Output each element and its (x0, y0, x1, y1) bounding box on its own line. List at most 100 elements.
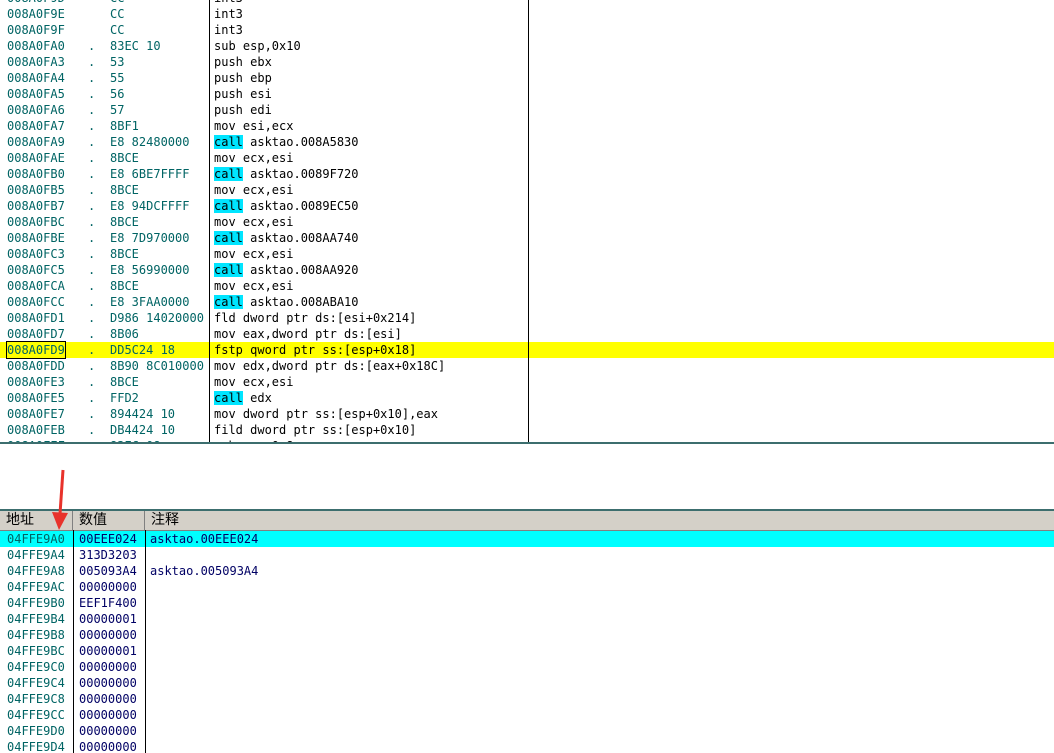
disasm-marker: . (88, 231, 96, 245)
stack-value: EEF1F400 (79, 596, 137, 610)
disasm-hex: 8BCE (110, 151, 139, 165)
disasm-marker: . (88, 119, 96, 133)
stack-row[interactable]: 04FFE9CC 00000000 (0, 707, 1054, 723)
disasm-hex: 8B06 (110, 327, 139, 341)
disasm-hex: E8 7D970000 (110, 231, 190, 245)
disasm-marker: . (88, 103, 96, 117)
disasm-instruction: call asktao.008ABA10 (214, 294, 528, 310)
disasm-address: 008A0FAE (7, 151, 65, 165)
disasm-marker: . (88, 375, 96, 389)
disasm-address: 008A0FD7 (7, 327, 65, 341)
disasm-instruction: call edx (214, 390, 528, 406)
disasm-row[interactable]: 008A0FE7. 894424 10 mov dword ptr ss:[esp+… (0, 406, 1054, 422)
stack-row[interactable]: 04FFE9B0 EEF1F400 (0, 595, 1054, 611)
stack-row[interactable]: 04FFE9B4 00000001 (0, 611, 1054, 627)
disasm-row[interactable]: 008A0FA3. 53 push ebx (0, 54, 1054, 70)
disasm-instruction: int3 (214, 23, 243, 37)
disasm-marker: . (88, 423, 96, 437)
stack-row[interactable]: 04FFE9C8 00000000 (0, 691, 1054, 707)
disasm-instruction: push esi (214, 87, 272, 101)
disasm-instruction: mov ecx,esi (214, 247, 294, 261)
disasm-row[interactable]: 008A0FB5. 8BCE mov ecx,esi (0, 182, 1054, 198)
disasm-row[interactable]: 008A0FBE. E8 7D970000 call asktao.008AA740 (0, 230, 1054, 246)
disasm-row[interactable]: 008A0FA5. 56 push esi (0, 86, 1054, 102)
disasm-row[interactable]: 008A0FB7. E8 94DCFFFF call asktao.0089EC50 (0, 198, 1054, 214)
header-comment[interactable]: 注释 (145, 511, 1054, 530)
stack-pane[interactable]: 地址 数值 注释 04FFE9A0 00EEE024 asktao.00EEE024… (0, 511, 1054, 753)
disasm-row[interactable]: 008A0FC5. E8 56990000 call asktao.008AA920 (0, 262, 1054, 278)
disasm-row[interactable]: 008A0FD9. DD5C24 18 fstp qword ptr ss:[esp… (0, 341, 1054, 359)
column-divider-asm-comment[interactable] (528, 0, 529, 442)
stack-value: 00000000 (79, 628, 137, 642)
stack-row[interactable]: 04FFE9D0 00000000 (0, 723, 1054, 739)
stack-row[interactable]: 04FFE9B8 00000000 (0, 627, 1054, 643)
disasm-row[interactable]: 008A0FD1. D986 14020000 fld dword ptr ds:[… (0, 310, 1054, 326)
disasm-row[interactable]: 008A0FEB. DB4424 10 fild dword ptr ss:[esp… (0, 422, 1054, 438)
disasm-row[interactable]: 008A0FDD. 8B90 8C010000 mov edx,dword ptr … (0, 358, 1054, 374)
disasm-instruction: mov ecx,esi (214, 215, 294, 229)
disasm-hex: CC (110, 7, 125, 21)
disasm-marker: . (88, 359, 96, 373)
stack-row[interactable]: 04FFE9A8 005093A4 asktao.005093A4 (0, 563, 1054, 579)
stack-row[interactable]: 04FFE9AC 00000000 (0, 579, 1054, 595)
disasm-row[interactable]: 008A0FAE. 8BCE mov ecx,esi (0, 150, 1054, 166)
stack-row[interactable]: 04FFE9A0 00EEE024 asktao.00EEE024 (0, 531, 1054, 547)
stack-row[interactable]: 04FFE9C0 00000000 (0, 659, 1054, 675)
disasm-instruction: mov ecx,esi (214, 151, 294, 165)
disasm-address: 008A0FC3 (7, 247, 65, 261)
disasm-row[interactable]: 008A0FA7. 8BF1 mov esi,ecx (0, 118, 1054, 134)
disasm-hex: 8BCE (110, 375, 139, 389)
call-keyword: call (214, 199, 243, 213)
disasm-row[interactable]: 008A0FA9. E8 82480000 call asktao.008A5830 (0, 134, 1054, 150)
call-keyword: call (214, 231, 243, 245)
stack-address: 04FFE9C4 (7, 676, 65, 690)
disasm-marker: . (88, 55, 96, 69)
disasm-address: 008A0FD9 (6, 341, 66, 359)
disasm-instruction: mov ecx,esi (214, 375, 294, 389)
disasm-hex: 83EC 10 (110, 39, 161, 53)
disasm-address: 008A0FB5 (7, 183, 65, 197)
call-keyword: call (214, 391, 243, 405)
disasm-row[interactable]: 008A0FA6. 57 push edi (0, 102, 1054, 118)
disasm-row[interactable]: 008A0FE3. 8BCE mov ecx,esi (0, 374, 1054, 390)
disasm-row[interactable]: 008A0FCC. E8 3FAA0000 call asktao.008ABA10 (0, 294, 1054, 310)
disasm-instruction: push ebp (214, 71, 272, 85)
disasm-address: 008A0FA4 (7, 71, 65, 85)
stack-value: 00000000 (79, 692, 137, 706)
disasm-row[interactable]: 008A0FCA. 8BCE mov ecx,esi (0, 278, 1054, 294)
stack-row[interactable]: 04FFE9C4 00000000 (0, 675, 1054, 691)
disasm-row[interactable]: 008A0FA4. 55 push ebp (0, 70, 1054, 86)
disasm-hex: 55 (110, 71, 125, 85)
stack-row[interactable]: 04FFE9BC 00000001 (0, 643, 1054, 659)
stack-row[interactable]: 04FFE9A4 313D3203 (0, 547, 1054, 563)
disasm-row[interactable]: 008A0F9E CC int3 (0, 6, 1054, 22)
disasm-address: 008A0F9E (7, 7, 65, 21)
call-target: asktao.0089EC50 (242, 199, 359, 213)
info-pane (0, 444, 1054, 510)
disasm-instruction: call asktao.008A5830 (214, 134, 528, 150)
call-target: asktao.0089F720 (242, 167, 359, 181)
disasm-row[interactable]: 008A0FBC. 8BCE mov ecx,esi (0, 214, 1054, 230)
disasm-row[interactable]: 008A0FC3. 8BCE mov ecx,esi (0, 246, 1054, 262)
disasm-row[interactable]: 008A0F9F CC int3 (0, 22, 1054, 38)
stack-row[interactable]: 04FFE9D4 00000000 (0, 739, 1054, 753)
disasm-hex: 53 (110, 55, 125, 69)
header-address[interactable]: 地址 (0, 511, 73, 530)
disasm-row[interactable]: 008A0FE5. FFD2 call edx (0, 390, 1054, 406)
header-value[interactable]: 数值 (73, 511, 145, 530)
disasm-hex: FFD2 (110, 391, 139, 405)
stack-address: 04FFE9C0 (7, 660, 65, 674)
disasm-row[interactable]: 008A0FA0. 83EC 10 sub esp,0x10 (0, 38, 1054, 54)
column-divider-hex-asm[interactable] (209, 0, 210, 442)
disasm-instruction: int3 (214, 7, 243, 21)
disasm-address: 008A0FA5 (7, 87, 65, 101)
disassembly-pane[interactable]: 008A0F9DCCint3008A0F9ECCint3008A0F9FCCin… (0, 0, 1054, 443)
disasm-address: 008A0FEB (7, 423, 65, 437)
disasm-row[interactable]: 008A0FB0. E8 6BE7FFFF call asktao.0089F720 (0, 166, 1054, 182)
stack-address: 04FFE9B0 (7, 596, 65, 610)
disasm-instruction: call asktao.008AA740 (214, 230, 528, 246)
stack-address: 04FFE9A8 (7, 564, 65, 578)
disasm-address: 008A0FA9 (7, 135, 65, 149)
disasm-instruction: fstp qword ptr ss:[esp+0x18] (214, 343, 417, 357)
disasm-row[interactable]: 008A0FD7. 8B06 mov eax,dword ptr ds:[esi] (0, 326, 1054, 342)
